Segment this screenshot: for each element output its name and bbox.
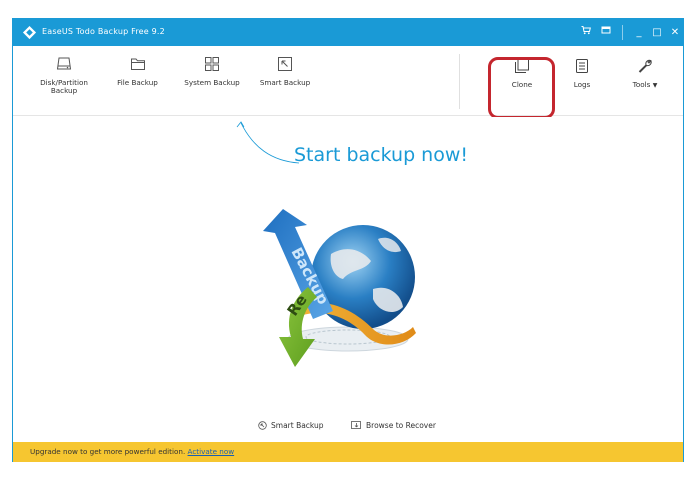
main-content: Start backup now! Backup Re Smart Backup…: [13, 117, 683, 442]
tool-label: File Backup: [117, 78, 158, 87]
clone-highlight-annotation: [488, 57, 555, 119]
tool-label-line2: Backup: [50, 86, 78, 95]
maximize-icon: □: [652, 27, 662, 38]
toolbar-separator: [459, 54, 460, 109]
curved-arrow-icon: [236, 121, 300, 164]
smart-backup-button[interactable]: Smart Backup: [256, 56, 314, 87]
bottom-links: Smart Backup Browse to Recover: [13, 421, 683, 437]
backup-globe-illustration[interactable]: Backup Re: [253, 199, 423, 374]
window-icon[interactable]: [598, 25, 614, 40]
smart-backup-small-icon: [258, 421, 267, 430]
disk-icon: [56, 57, 72, 70]
smart-backup-icon: [278, 57, 292, 71]
browse-to-recover-link[interactable]: Browse to Recover: [351, 421, 436, 430]
wrench-icon: [638, 59, 652, 73]
close-button[interactable]: ✕: [667, 25, 683, 40]
title-separator: [622, 25, 623, 40]
tool-label: Smart Backup: [259, 78, 311, 87]
logs-icon: [576, 59, 588, 73]
minimize-icon: _: [636, 27, 642, 38]
upgrade-status-bar: Upgrade now to get more powerful edition…: [13, 442, 683, 462]
folder-icon: [130, 58, 145, 70]
cart-icon[interactable]: [578, 25, 594, 40]
window-title: EaseUS Todo Backup Free 9.2: [42, 27, 165, 36]
windows-icon: [205, 57, 219, 71]
system-backup-button[interactable]: System Backup: [181, 56, 243, 87]
logs-button[interactable]: Logs: [565, 58, 599, 89]
disk-partition-backup-button[interactable]: Disk/Partition Backup: [31, 56, 97, 95]
main-toolbar: Disk/Partition Backup File Backup System…: [13, 46, 683, 116]
browse-recover-icon: [351, 421, 361, 429]
title-bar: EaseUS Todo Backup Free 9.2 _ □ ✕: [13, 19, 683, 46]
activate-now-link[interactable]: Activate now: [188, 447, 235, 456]
tool-label: Tools: [632, 80, 651, 89]
app-window: EaseUS Todo Backup Free 9.2 _ □ ✕ Disk/P…: [12, 18, 684, 462]
smart-backup-link[interactable]: Smart Backup: [258, 421, 324, 430]
app-logo-icon: [22, 25, 37, 40]
chevron-down-icon: ▼: [652, 82, 658, 89]
tools-dropdown-button[interactable]: Tools ▼: [625, 58, 665, 90]
smart-backup-label: Smart Backup: [271, 421, 324, 430]
close-icon: ✕: [670, 27, 680, 38]
browse-recover-label: Browse to Recover: [366, 421, 436, 430]
tool-label: System Backup: [184, 78, 240, 87]
file-backup-button[interactable]: File Backup: [110, 56, 165, 87]
upgrade-message: Upgrade now to get more powerful edition…: [30, 447, 186, 456]
minimize-button[interactable]: _: [631, 25, 647, 40]
start-backup-headline: Start backup now!: [294, 144, 468, 166]
maximize-button[interactable]: □: [649, 25, 665, 40]
tool-label: Logs: [573, 80, 591, 89]
